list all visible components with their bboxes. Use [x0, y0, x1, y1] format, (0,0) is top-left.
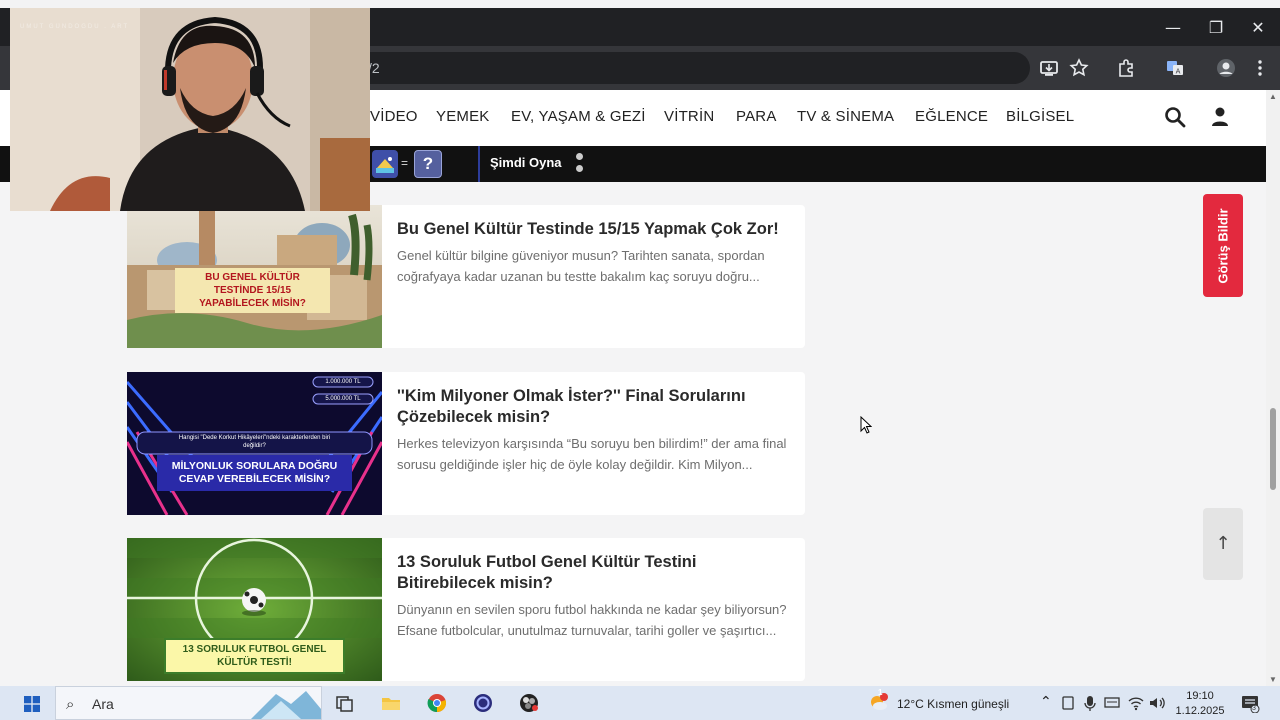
- article-card[interactable]: BU GENEL KÜLTÜR TESTİNDE 15/15 YAPABİLEC…: [127, 205, 805, 348]
- scroll-up-icon[interactable]: ▲: [1269, 92, 1277, 101]
- article-description: Herkes televizyon karşısında “Bu soruyu …: [397, 436, 787, 472]
- search-icon: ⌕: [66, 695, 75, 713]
- article-card[interactable]: 1.000.000 TL 5.000.000 TL Hangisi "Dede …: [127, 372, 805, 515]
- microphone-icon[interactable]: [1083, 693, 1097, 713]
- article-title[interactable]: ''Kim Milyoner Olmak İster?'' Final Soru…: [397, 386, 792, 428]
- notification-count: 3: [1252, 705, 1256, 712]
- weather-text[interactable]: 12°C Kısmen güneşli: [897, 697, 1009, 711]
- taskbar-clock[interactable]: 19:10 1.12.2025: [1170, 689, 1230, 719]
- weather-badge: 1: [878, 688, 883, 697]
- scroll-down-icon[interactable]: ▼: [1269, 675, 1277, 684]
- windows-taskbar: ⌕ Ara 1 12°C Kısmen güneşli ⌃ 19:10 1.12…: [0, 686, 1280, 720]
- game-more-icon[interactable]: [576, 153, 584, 177]
- article-title[interactable]: 13 Soruluk Futbol Genel Kültür Testini B…: [397, 552, 792, 594]
- article-title[interactable]: Bu Genel Kültür Testinde 15/15 Yapmak Ço…: [397, 219, 792, 240]
- play-now-button[interactable]: Şimdi Oyna: [490, 155, 562, 170]
- nav-item-video[interactable]: VİDEO: [370, 108, 418, 125]
- obs-icon[interactable]: [519, 693, 539, 713]
- game-question-tile: ?: [414, 150, 442, 178]
- article-card[interactable]: 13 SORULUK FUTBOL GENEL KÜLTÜR TESTİ! 13…: [127, 538, 805, 681]
- thumbnail-caption: MİLYONLUK SORULARA DOĞRU CEVAP VEREBİLEC…: [171, 460, 338, 485]
- article-description: Dünyanın en sevilen sporu futbol hakkınd…: [397, 602, 787, 638]
- nav-item-tv-sinema[interactable]: TV & SİNEMA: [797, 108, 894, 125]
- file-explorer-icon[interactable]: [381, 693, 401, 713]
- article-thumbnail[interactable]: BU GENEL KÜLTÜR TESTİNDE 15/15 YAPABİLEC…: [127, 205, 382, 348]
- article-description: Genel kültür bilgine güveniyor musun? Ta…: [397, 248, 765, 284]
- search-highlight-image: [251, 691, 321, 719]
- windows-start-icon[interactable]: [24, 696, 40, 712]
- app-circle-icon[interactable]: [473, 693, 493, 713]
- notification-icon[interactable]: [1240, 693, 1260, 713]
- restore-button[interactable]: ❐: [1196, 18, 1236, 38]
- page-scrollbar[interactable]: ▲ ▼: [1266, 90, 1280, 686]
- search-icon[interactable]: [1164, 106, 1186, 128]
- nav-item-yemek[interactable]: YEMEK: [436, 108, 490, 125]
- extensions-icon[interactable]: [1116, 58, 1136, 78]
- taskbar-search-placeholder: Ara: [92, 696, 114, 712]
- task-view-icon[interactable]: [334, 693, 354, 713]
- feedback-label: Görüş Bildir: [1215, 207, 1231, 284]
- chrome-icon[interactable]: [427, 693, 447, 713]
- volume-icon[interactable]: [1148, 693, 1166, 713]
- webcam-watermark: UMUT GÜNDOĞDU . ART: [20, 24, 130, 30]
- scrollbar-thumb[interactable]: [1270, 408, 1276, 490]
- game-tile-image: [372, 150, 398, 178]
- prize-label: 1.000.000 TL: [325, 379, 361, 385]
- feedback-button[interactable]: Görüş Bildir: [1203, 194, 1243, 297]
- article-thumbnail[interactable]: 13 SORULUK FUTBOL GENEL KÜLTÜR TESTİ!: [127, 538, 382, 681]
- nav-item-ev-yasam-gezi[interactable]: EV, YAŞAM & GEZİ: [511, 108, 646, 125]
- clock-date: 1.12.2025: [1175, 705, 1225, 717]
- screen: — ❐ ✕ /2 A VİDEO YEMEK EV, YAŞAM & GEZİ …: [0, 0, 1280, 720]
- mouse-cursor-icon: [860, 416, 872, 434]
- game-separator: [478, 146, 480, 182]
- prize-label: 5.000.000 TL: [325, 396, 361, 402]
- address-bar[interactable]: /2: [340, 52, 1030, 84]
- device-icon[interactable]: [1060, 693, 1076, 713]
- thumbnail-question: Hangisi "Dede Korkut Hikâyeleri"ndeki ka…: [178, 435, 331, 449]
- user-icon[interactable]: [1210, 106, 1230, 128]
- thumbnail-caption: BU GENEL KÜLTÜR TESTİNDE 15/15 YAPABİLEC…: [175, 268, 330, 313]
- article-thumbnail[interactable]: 1.000.000 TL 5.000.000 TL Hangisi "Dede …: [127, 372, 382, 515]
- nav-item-vitrin[interactable]: VİTRİN: [664, 108, 714, 125]
- nav-item-bilgisel[interactable]: BİLGİSEL: [1006, 108, 1074, 125]
- close-window-button[interactable]: ✕: [1238, 18, 1278, 38]
- menu-dots-icon[interactable]: [1250, 58, 1270, 78]
- profile-icon[interactable]: [1216, 58, 1236, 78]
- thumbnail-caption: 13 SORULUK FUTBOL GENEL KÜLTÜR TESTİ!: [164, 638, 345, 674]
- tray-overflow-icon[interactable]: ⌃: [1040, 694, 1052, 710]
- clock-time: 19:10: [1186, 690, 1214, 702]
- bookmark-star-icon[interactable]: [1069, 58, 1089, 78]
- nav-item-eglence[interactable]: EĞLENCE: [915, 108, 988, 125]
- svg-text:A: A: [1176, 68, 1181, 76]
- game-equals: =: [401, 156, 409, 170]
- network-icon[interactable]: [1103, 693, 1121, 713]
- taskbar-search[interactable]: ⌕ Ara: [55, 686, 322, 720]
- nav-item-para[interactable]: PARA: [736, 108, 777, 125]
- translate-icon[interactable]: A: [1165, 58, 1185, 78]
- wifi-icon[interactable]: [1127, 693, 1145, 713]
- back-to-top-button[interactable]: ↑: [1203, 508, 1243, 580]
- install-app-icon[interactable]: [1039, 58, 1059, 78]
- minimize-button[interactable]: —: [1153, 18, 1193, 38]
- webcam-overlay: UMUT GÜNDOĞDU . ART: [10, 8, 370, 211]
